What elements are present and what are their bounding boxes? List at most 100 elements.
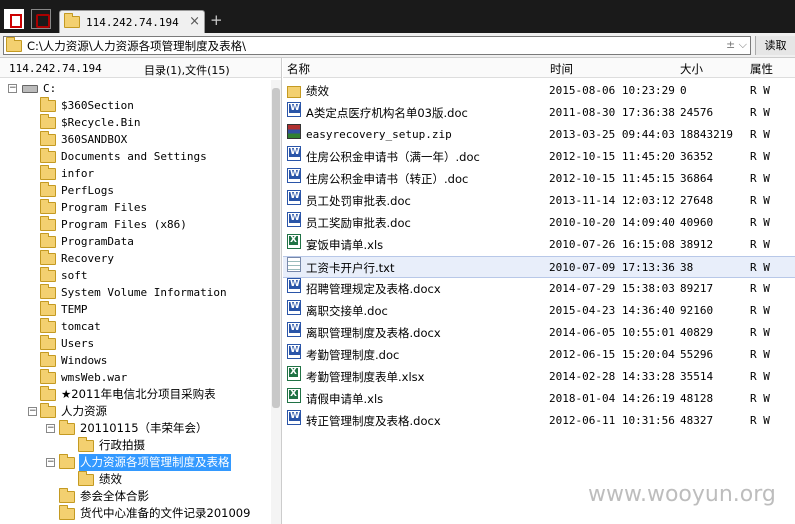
folder-icon (40, 301, 56, 316)
file-attr: R W (750, 326, 770, 339)
file-row[interactable]: 宴饭申请单.xls 2010-07-26 16:15:08 38912 R W (283, 234, 795, 256)
file-row[interactable]: 住房公积金申请书（转正）.doc 2012-10-15 11:45:15 36864… (283, 168, 795, 190)
tree-item[interactable]: soft (0, 267, 268, 284)
path-input[interactable]: C:\人力资源\人力资源各项管理制度及表格\ ± ⌵ (3, 36, 751, 55)
tree-item-label: Windows (61, 354, 108, 367)
file-attr: R W (750, 304, 770, 317)
file-size: 48128 (680, 392, 714, 405)
folder-icon (40, 182, 56, 197)
tree-item[interactable]: − C: (0, 80, 268, 97)
doc-file-icon (287, 168, 301, 183)
folder-icon (59, 420, 75, 435)
xls-file-icon (287, 234, 301, 249)
folder-icon (40, 267, 56, 282)
close-tab-icon[interactable]: × (189, 14, 200, 29)
txt-file-icon (287, 257, 301, 272)
file-name: 员工奖励审批表.doc (306, 216, 411, 230)
tree-item-label: Program Files (x86) (61, 218, 187, 231)
tree-item[interactable]: Program Files (x86) (0, 216, 268, 233)
tree-item[interactable]: 360SANDBOX (0, 131, 268, 148)
file-size: 18843219 (680, 128, 733, 141)
column-time[interactable]: 时间 (550, 61, 573, 77)
file-row[interactable]: 请假申请单.xls 2018-01-04 14:26:19 48128 R W (283, 388, 795, 410)
drive-icon (22, 85, 38, 93)
file-row[interactable]: easyrecovery_setup.zip 2013-03-25 09:44:0… (283, 124, 795, 146)
tree-item[interactable]: − 人力资源 (0, 403, 268, 420)
file-row[interactable]: 离职管理制度及表格.docx 2014-06-05 10:55:01 40829 R … (283, 322, 795, 344)
file-row[interactable]: 考勤管理制度表单.xlsx 2014-02-28 14:33:28 35514 R W (283, 366, 795, 388)
file-row[interactable]: 绩效 2015-08-06 10:23:29 0 R W (283, 80, 795, 102)
tree-item[interactable]: − 人力资源各项管理制度及表格 (0, 454, 268, 471)
tree-item-label: Users (61, 337, 95, 350)
file-name: 考勤管理制度.doc (306, 348, 400, 362)
file-time: 2014-02-28 14:33:28 (549, 370, 675, 383)
record-icon[interactable] (31, 9, 51, 29)
folder-icon (40, 250, 56, 265)
scrollbar-thumb[interactable] (272, 88, 280, 408)
file-attr: R W (750, 84, 770, 97)
file-size: 40829 (680, 326, 714, 339)
file-row[interactable]: 住房公积金申请书（满一年）.doc 2012-10-15 11:45:20 3635… (283, 146, 795, 168)
tree-item[interactable]: TEMP (0, 301, 268, 318)
tree-item[interactable]: 货代中心准备的文件记录201009 (0, 505, 268, 522)
column-name[interactable]: 名称 (287, 61, 310, 77)
collapse-toggle-icon[interactable]: − (28, 407, 37, 416)
tree-item-label: Documents and Settings (61, 150, 207, 163)
file-time: 2015-04-23 14:36:40 (549, 304, 675, 317)
tree-item[interactable]: PerfLogs (0, 182, 268, 199)
tree-item[interactable]: ProgramData (0, 233, 268, 250)
tree-item[interactable]: − 20110115（丰荣年会） (0, 420, 268, 437)
file-row[interactable]: 员工奖励审批表.doc 2010-10-20 14:09:40 40960 R W (283, 212, 795, 234)
file-row[interactable]: 转正管理制度及表格.docx 2012-06-11 10:31:56 48327 R … (283, 410, 795, 432)
file-time: 2012-06-15 15:20:04 (549, 348, 675, 361)
collapse-toggle-icon[interactable]: − (8, 84, 17, 93)
folder-icon (40, 233, 56, 248)
column-size[interactable]: 大小 (680, 61, 703, 77)
file-name: 员工处罚审批表.doc (306, 194, 411, 208)
tree-scrollbar[interactable] (271, 80, 281, 524)
new-tab-button[interactable]: + (210, 11, 223, 29)
tree-item[interactable]: 参会全体合影 (0, 488, 268, 505)
app-menu-icon[interactable] (4, 9, 24, 29)
zip-file-icon (287, 124, 301, 139)
tree-item[interactable]: $360Section (0, 97, 268, 114)
path-dropdown-icon[interactable]: ± ⌵ (726, 38, 747, 52)
file-attr: R W (750, 238, 770, 251)
file-attr: R W (750, 414, 770, 427)
file-attr: R W (750, 106, 770, 119)
file-row[interactable]: A类定点医疗机构名单03版.doc 2011-08-30 17:36:38 2457… (283, 102, 795, 124)
file-name: 住房公积金申请书（转正）.doc (306, 172, 469, 186)
file-row[interactable]: 员工处罚审批表.doc 2013-11-14 12:03:12 27648 R W (283, 190, 795, 212)
tree-item[interactable]: tomcat (0, 318, 268, 335)
file-row[interactable]: 工资卡开户行.txt 2010-07-09 17:13:36 38 R W (283, 256, 795, 278)
tree-item[interactable]: Users (0, 335, 268, 352)
file-row[interactable]: 招聘管理规定及表格.docx 2014-07-29 15:38:03 89217 R … (283, 278, 795, 300)
file-size: 38 (680, 261, 694, 274)
folder-icon (59, 488, 75, 503)
tree-item[interactable]: $Recycle.Bin (0, 114, 268, 131)
tree-item[interactable]: 行政拍摄 (0, 437, 268, 454)
tree-item[interactable]: wmsWeb.war (0, 369, 268, 386)
tree-item[interactable]: ★2011年电信北分项目采购表 (0, 386, 268, 403)
file-row[interactable]: 离职交接单.doc 2015-04-23 14:36:40 92160 R W (283, 300, 795, 322)
column-attr[interactable]: 属性 (750, 61, 773, 77)
tree-item[interactable]: infor (0, 165, 268, 182)
doc-file-icon (287, 212, 301, 227)
read-button[interactable]: 读取 (755, 36, 795, 55)
tree-item[interactable]: 绩效 (0, 471, 268, 488)
tree-item[interactable]: Program Files (0, 199, 268, 216)
tree-item[interactable]: Windows (0, 352, 268, 369)
file-time: 2012-06-11 10:31:56 (549, 414, 675, 427)
file-row[interactable]: 考勤管理制度.doc 2012-06-15 15:20:04 55296 R W (283, 344, 795, 366)
collapse-toggle-icon[interactable]: − (46, 424, 55, 433)
tree-item[interactable]: Recovery (0, 250, 268, 267)
file-name: 请假申请单.xls (306, 392, 384, 406)
doc-file-icon (287, 190, 301, 205)
tab-title: 114.242.74.194 (86, 15, 179, 29)
tree-item[interactable]: System Volume Information (0, 284, 268, 301)
tab-connection[interactable]: 114.242.74.194 × (59, 10, 205, 33)
tree-item[interactable]: Documents and Settings (0, 148, 268, 165)
collapse-toggle-icon[interactable]: − (46, 458, 55, 467)
file-name: easyrecovery_setup.zip (306, 128, 452, 141)
directory-tree: − C: $360Section $Recycle.Bin 360SANDBOX Docu… (0, 80, 268, 522)
